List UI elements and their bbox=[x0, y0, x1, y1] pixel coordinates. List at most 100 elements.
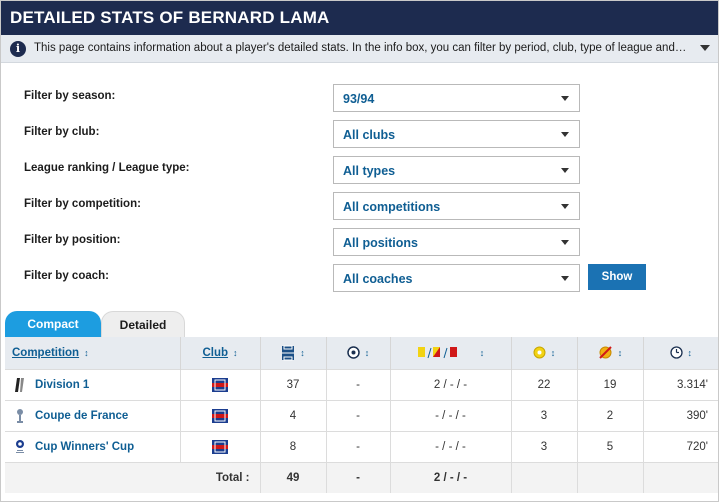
club-cell bbox=[179, 430, 260, 462]
chevron-down-icon bbox=[561, 168, 569, 173]
select-value: 93/94 bbox=[343, 92, 375, 106]
sub-in-column-header[interactable]: ↕ bbox=[510, 337, 577, 369]
competition-select[interactable]: All competitions bbox=[333, 192, 580, 220]
chevron-down-icon bbox=[561, 276, 569, 281]
chevron-down-icon bbox=[561, 96, 569, 101]
sort-icon[interactable]: ↕ bbox=[84, 348, 89, 358]
tab-compact[interactable]: Compact bbox=[5, 311, 101, 337]
club-cell bbox=[179, 399, 260, 431]
sub-out-column-header[interactable]: ↕ bbox=[576, 337, 643, 369]
stats-table: Competition ↕ Club ↕ ↕ ↕ ↕ ↕ ↕ ↕ Divisio… bbox=[5, 337, 718, 493]
chevron-down-icon bbox=[561, 204, 569, 209]
cards-cell: 2 / - / - bbox=[389, 368, 511, 400]
table-row: Coupe de France 4 - - / - / - 3 2 390' bbox=[5, 399, 718, 431]
chevron-down-icon[interactable] bbox=[700, 45, 710, 51]
sort-icon[interactable]: ↕ bbox=[618, 348, 623, 358]
filter-label: Filter by season: bbox=[24, 90, 116, 102]
sort-icon[interactable]: ↕ bbox=[551, 348, 556, 358]
appearances-cell[interactable]: 4 bbox=[259, 399, 326, 431]
appearances-cell[interactable]: 37 bbox=[259, 368, 326, 400]
sort-icon[interactable]: ↕ bbox=[480, 348, 485, 358]
view-tabs: Compact Detailed bbox=[5, 311, 718, 337]
competition-link[interactable]: Cup Winners' Cup bbox=[35, 441, 134, 453]
show-button[interactable]: Show bbox=[588, 264, 646, 290]
sub-in-icon[interactable] bbox=[533, 346, 546, 359]
club-header-label[interactable]: Club bbox=[202, 347, 228, 359]
select-value: All types bbox=[343, 164, 396, 178]
filter-row-season: Filter by season: 93/94 bbox=[1, 84, 718, 112]
sub-out-cell: 19 bbox=[576, 368, 643, 400]
sub-out-cell: 5 bbox=[576, 430, 643, 462]
goals-cell: - bbox=[325, 430, 390, 462]
goals-column-header[interactable]: ↕ bbox=[325, 337, 390, 369]
select-value: All competitions bbox=[343, 200, 441, 214]
total-appearances: 49 bbox=[259, 461, 326, 493]
chevron-down-icon bbox=[561, 240, 569, 245]
filter-label: League ranking / League type: bbox=[24, 162, 190, 174]
league-type-select[interactable]: All types bbox=[333, 156, 580, 184]
club-logo[interactable] bbox=[212, 408, 228, 423]
competition-link[interactable]: Coupe de France bbox=[35, 410, 128, 422]
tab-detailed[interactable]: Detailed bbox=[101, 311, 185, 337]
sub-out-icon[interactable] bbox=[598, 345, 613, 360]
goals-cell: - bbox=[325, 399, 390, 431]
total-label: Total : bbox=[5, 461, 260, 493]
chevron-down-icon bbox=[561, 132, 569, 137]
filter-label: Filter by position: bbox=[24, 234, 121, 246]
minutes-column-header[interactable]: ↕ bbox=[642, 337, 718, 369]
total-goals: - bbox=[325, 461, 390, 493]
appearances-cell[interactable]: 8 bbox=[259, 430, 326, 462]
cards-cell: - / - / - bbox=[389, 399, 511, 431]
info-bar[interactable]: i This page contains information about a… bbox=[1, 35, 718, 63]
competition-column-header[interactable]: Competition ↕ bbox=[5, 337, 180, 369]
filter-row-league-type: League ranking / League type: All types bbox=[1, 156, 718, 184]
position-select[interactable]: All positions bbox=[333, 228, 580, 256]
clock-icon[interactable] bbox=[669, 346, 683, 359]
select-value: All clubs bbox=[343, 128, 396, 142]
club-select[interactable]: All clubs bbox=[333, 120, 580, 148]
coach-select[interactable]: All coaches bbox=[333, 264, 580, 292]
sub-in-cell: 3 bbox=[510, 399, 577, 431]
total-empty bbox=[510, 461, 577, 493]
select-value: All coaches bbox=[343, 272, 413, 286]
sort-icon[interactable]: ↕ bbox=[365, 348, 370, 358]
filter-row-position: Filter by position: All positions bbox=[1, 228, 718, 256]
sort-icon[interactable]: ↕ bbox=[688, 348, 693, 358]
club-cell bbox=[179, 368, 260, 400]
table-row: Division 1 37 - 2 / - / - 22 19 3.314' bbox=[5, 368, 718, 400]
select-value: All positions bbox=[343, 236, 418, 250]
club-logo[interactable] bbox=[212, 439, 228, 454]
total-empty bbox=[642, 461, 718, 493]
sort-icon[interactable]: ↕ bbox=[233, 348, 238, 358]
info-icon: i bbox=[10, 41, 26, 57]
competition-icon bbox=[17, 408, 23, 423]
cards-icon[interactable] bbox=[417, 346, 475, 359]
goals-cell: - bbox=[325, 368, 390, 400]
competition-link[interactable]: Division 1 bbox=[35, 379, 89, 391]
ball-icon[interactable] bbox=[347, 346, 360, 359]
competition-icon bbox=[15, 377, 24, 392]
pitch-icon[interactable] bbox=[281, 345, 295, 361]
club-logo[interactable] bbox=[212, 377, 228, 392]
club-column-header[interactable]: Club ↕ bbox=[179, 337, 260, 369]
page-title: DETAILED STATS OF BERNARD LAMA bbox=[10, 8, 330, 27]
sub-in-cell: 22 bbox=[510, 368, 577, 400]
total-empty bbox=[576, 461, 643, 493]
filter-row-club: Filter by club: All clubs bbox=[1, 120, 718, 148]
cards-cell: - / - / - bbox=[389, 430, 511, 462]
filter-label: Filter by club: bbox=[24, 126, 100, 138]
season-select[interactable]: 93/94 bbox=[333, 84, 580, 112]
table-header-row: Competition ↕ Club ↕ ↕ ↕ ↕ ↕ ↕ ↕ bbox=[5, 337, 718, 369]
competition-header-label[interactable]: Competition bbox=[12, 347, 79, 359]
cards-column-header[interactable]: ↕ bbox=[389, 337, 511, 369]
competition-cell: Coupe de France bbox=[5, 399, 180, 431]
competition-cell: Division 1 bbox=[5, 368, 180, 400]
info-text: This page contains information about a p… bbox=[34, 42, 689, 54]
appearances-column-header[interactable]: ↕ bbox=[259, 337, 326, 369]
competition-cell: Cup Winners' Cup bbox=[5, 430, 180, 462]
filter-label: Filter by competition: bbox=[24, 198, 141, 210]
sub-out-cell: 2 bbox=[576, 399, 643, 431]
sort-icon[interactable]: ↕ bbox=[300, 348, 305, 358]
minutes-cell: 720' bbox=[642, 430, 718, 462]
total-cards: 2 / - / - bbox=[389, 461, 511, 493]
